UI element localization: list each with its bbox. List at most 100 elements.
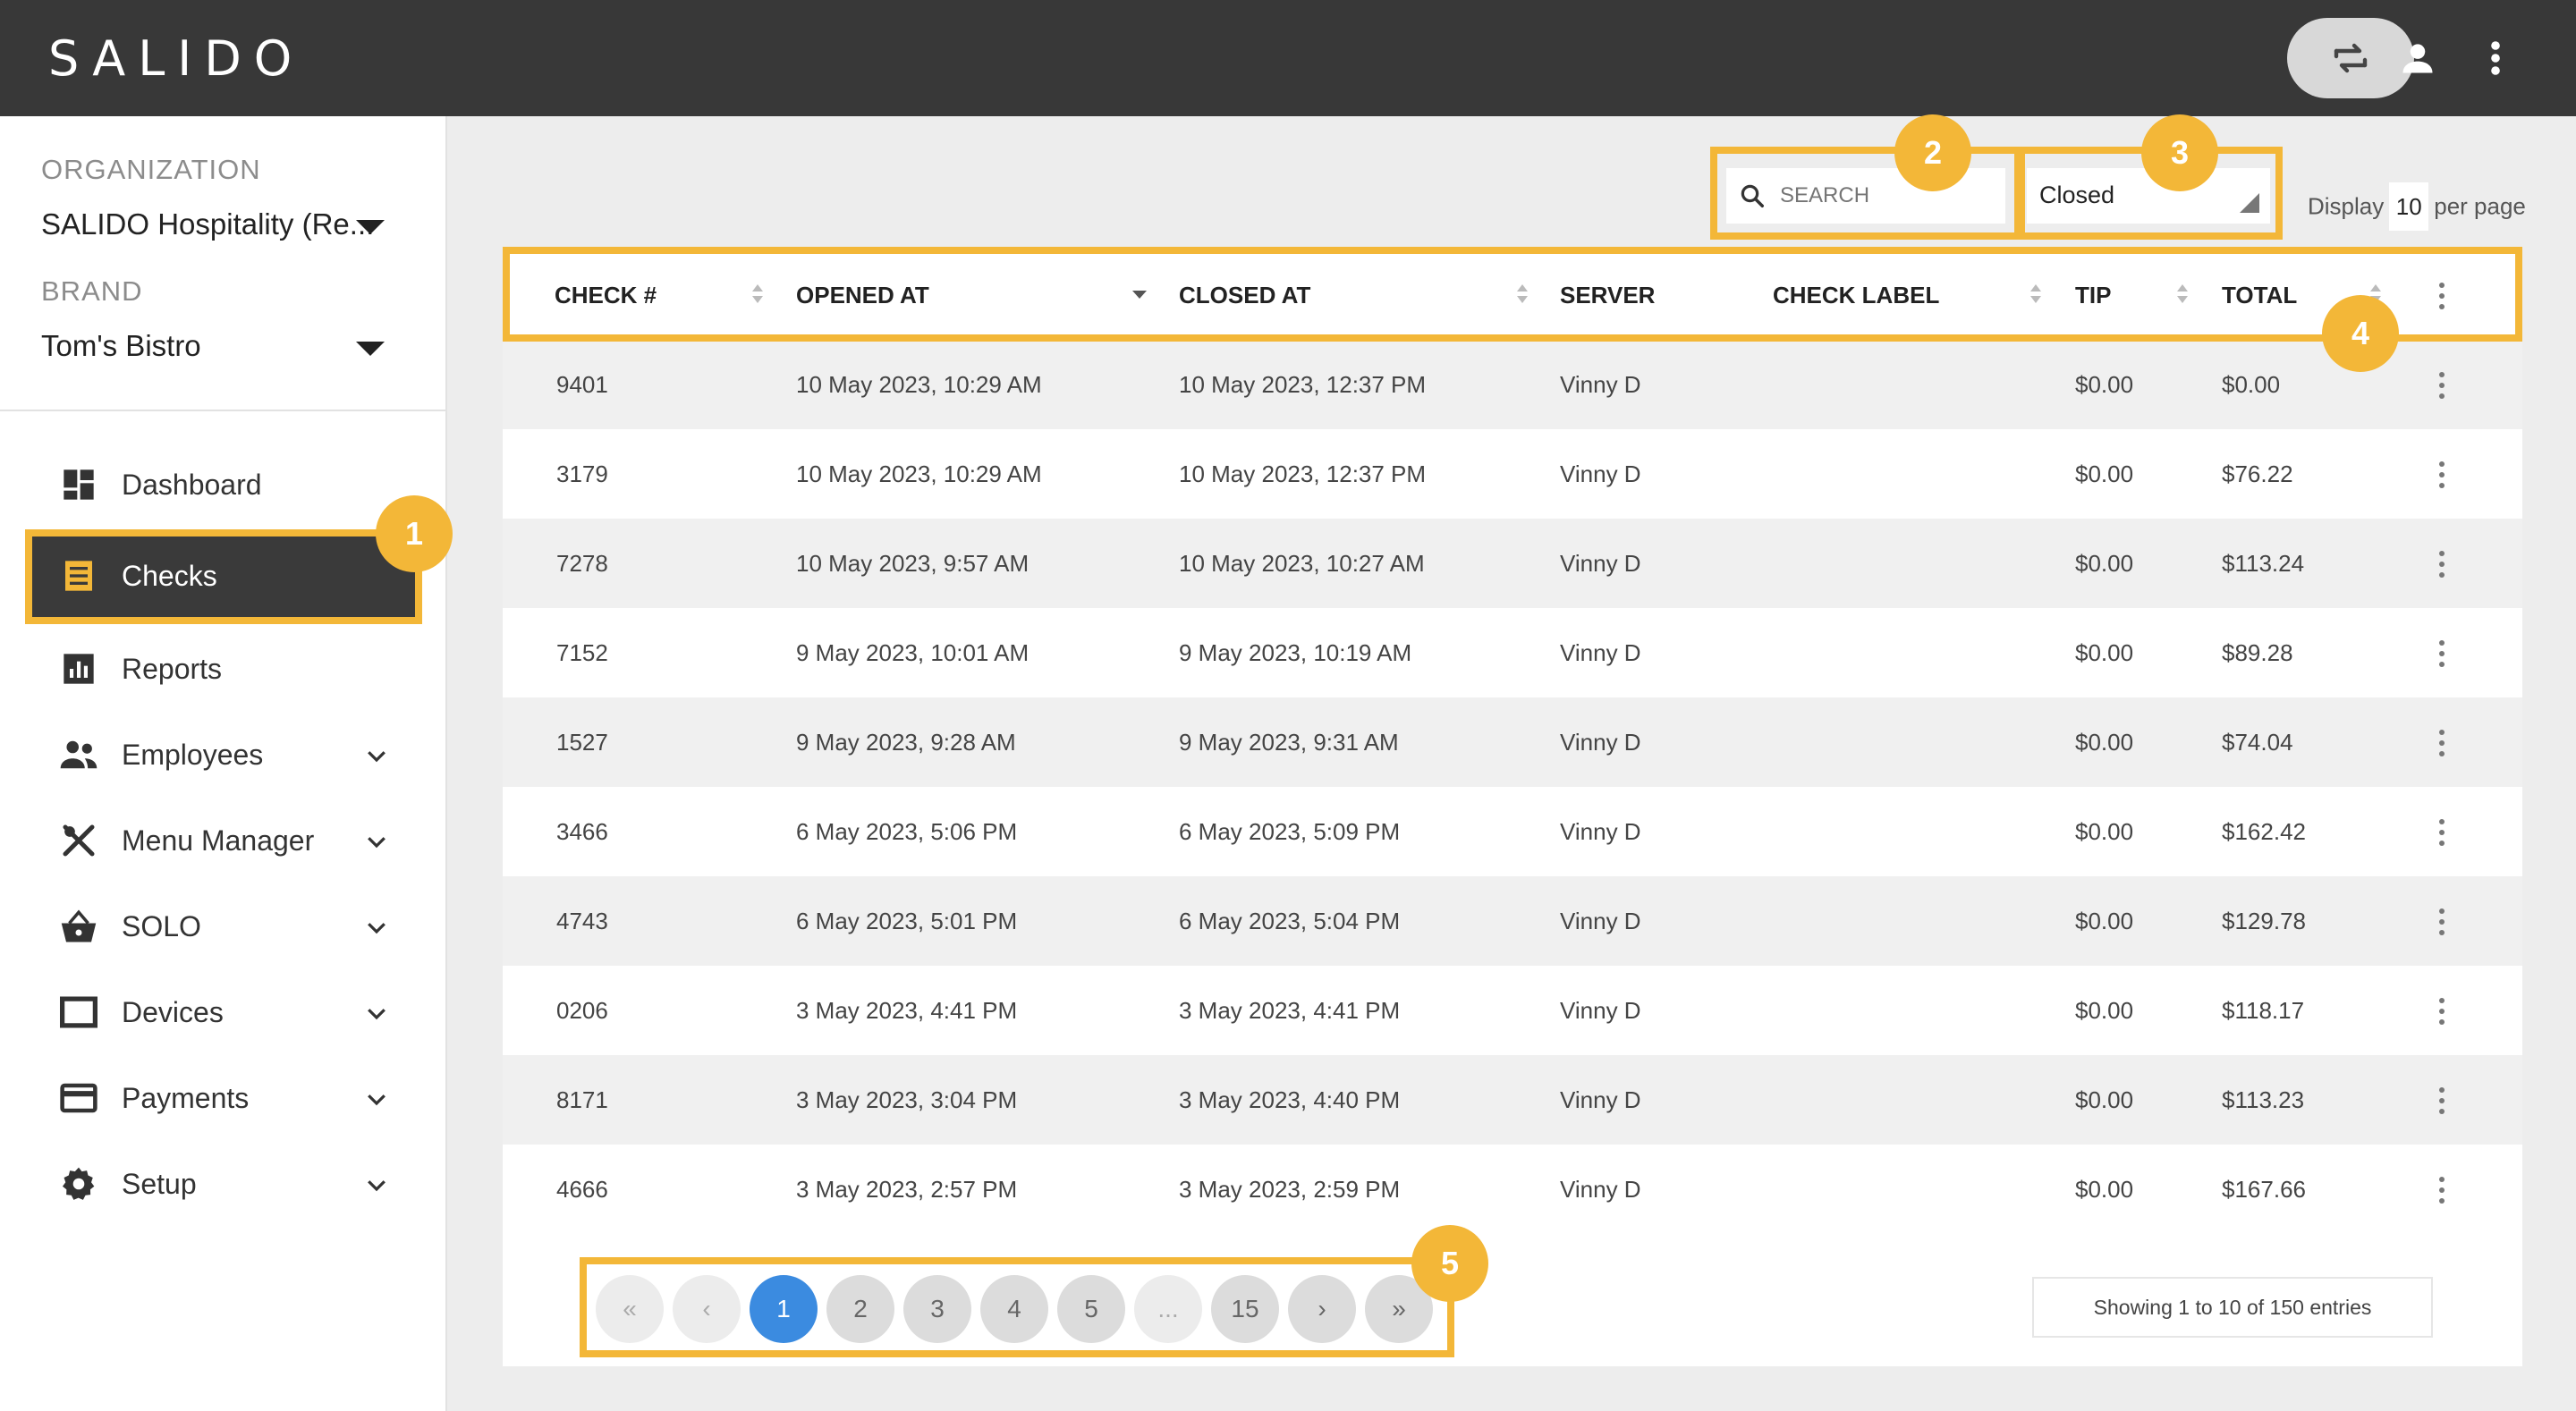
table-row[interactable]: 8171 3 May 2023, 3:04 PM 3 May 2023, 4:40 … bbox=[503, 1055, 2522, 1145]
page-button-15[interactable]: 15 bbox=[1211, 1275, 1279, 1343]
next-page-button[interactable]: › bbox=[1288, 1275, 1356, 1343]
sidebar-item-payments[interactable]: Payments bbox=[27, 1055, 420, 1141]
column-check-number[interactable]: CHECK # bbox=[555, 250, 657, 340]
first-page-button[interactable]: « bbox=[596, 1275, 664, 1343]
sidebar-item-dashboard[interactable]: Dashboard bbox=[27, 442, 420, 528]
column-tip[interactable]: TIP bbox=[2075, 250, 2111, 340]
table-row[interactable]: 9401 10 May 2023, 10:29 AM 10 May 2023, 12… bbox=[503, 340, 2522, 429]
sort-icon[interactable] bbox=[1517, 284, 1528, 306]
column-options-icon[interactable] bbox=[2429, 283, 2454, 309]
cell-total: $0.00 bbox=[2222, 371, 2281, 398]
user-icon bbox=[2402, 44, 2433, 73]
cell-opened-at: 10 May 2023, 9:57 AM bbox=[796, 550, 1030, 577]
search-field[interactable] bbox=[1726, 168, 2005, 224]
sort-icon[interactable] bbox=[752, 284, 763, 306]
row-options-icon[interactable] bbox=[2429, 461, 2454, 488]
page-button-3[interactable]: 3 bbox=[903, 1275, 971, 1343]
sidebar-item-checks[interactable]: Checks bbox=[27, 533, 420, 619]
dashboard-icon bbox=[59, 467, 98, 503]
page-ellipsis: ... bbox=[1134, 1275, 1202, 1343]
sidebar-item-label: Dashboard bbox=[122, 468, 262, 501]
sidebar-divider bbox=[0, 410, 447, 411]
table-row[interactable]: 4743 6 May 2023, 5:01 PM 6 May 2023, 5:04 … bbox=[503, 876, 2522, 966]
chevron-down-icon[interactable] bbox=[363, 742, 390, 769]
salido-logo[interactable]: SALIDO bbox=[48, 30, 304, 87]
search-input[interactable] bbox=[1780, 177, 1995, 215]
search-icon bbox=[1741, 184, 1764, 207]
page-button-2[interactable]: 2 bbox=[826, 1275, 894, 1343]
sidebar-item-employees[interactable]: Employees bbox=[27, 712, 420, 798]
row-options-icon[interactable] bbox=[2429, 1177, 2454, 1204]
cell-total: $113.23 bbox=[2222, 1086, 2305, 1113]
row-options-icon[interactable] bbox=[2429, 640, 2454, 667]
cell-tip: $0.00 bbox=[2075, 818, 2134, 845]
sidebar-item-setup[interactable]: Setup bbox=[27, 1141, 420, 1227]
sort-descending-icon[interactable] bbox=[1132, 291, 1147, 299]
organization-selector[interactable]: SALIDO Hospitality (Re... bbox=[41, 207, 374, 241]
column-check-label[interactable]: CHECK LABEL bbox=[1773, 250, 1939, 340]
sidebar-item-devices[interactable]: Devices bbox=[27, 969, 420, 1055]
top-bar: SALIDO bbox=[0, 0, 2576, 116]
cell-check-number: 8171 bbox=[556, 1086, 608, 1113]
cell-total: $167.66 bbox=[2222, 1176, 2306, 1203]
sidebar-item-menu-manager[interactable]: Menu Manager bbox=[27, 798, 420, 883]
cell-opened-at: 3 May 2023, 3:04 PM bbox=[796, 1086, 1018, 1113]
row-options-icon[interactable] bbox=[2429, 372, 2454, 399]
table-row[interactable]: 4666 3 May 2023, 2:57 PM 3 May 2023, 2:59 … bbox=[503, 1145, 2522, 1234]
chevron-down-icon[interactable] bbox=[363, 828, 390, 855]
column-closed-at[interactable]: CLOSED AT bbox=[1179, 250, 1310, 340]
cell-server: Vinny D bbox=[1560, 997, 1641, 1024]
table-row[interactable]: 7278 10 May 2023, 9:57 AM 10 May 2023, 10:… bbox=[503, 519, 2522, 608]
previous-page-button[interactable]: ‹ bbox=[673, 1275, 741, 1343]
brand-selector[interactable]: Tom's Bistro bbox=[41, 329, 201, 363]
table-row[interactable]: 3466 6 May 2023, 5:06 PM 6 May 2023, 5:09 … bbox=[503, 787, 2522, 876]
cell-check-number: 4666 bbox=[556, 1176, 608, 1203]
status-filter-value: Closed bbox=[2039, 182, 2115, 208]
chevron-down-icon[interactable] bbox=[363, 914, 390, 941]
page-button-4[interactable]: 4 bbox=[980, 1275, 1048, 1343]
row-options-icon[interactable] bbox=[2429, 998, 2454, 1025]
cell-closed-at: 10 May 2023, 10:27 AM bbox=[1179, 550, 1425, 577]
chevron-down-icon[interactable] bbox=[363, 1086, 390, 1112]
cell-opened-at: 10 May 2023, 10:29 AM bbox=[796, 371, 1042, 398]
page-button-1[interactable]: 1 bbox=[750, 1275, 818, 1343]
sort-icon[interactable] bbox=[2030, 284, 2041, 306]
per-page-label: per page bbox=[2434, 192, 2526, 220]
cell-total: $118.17 bbox=[2222, 997, 2305, 1024]
brand-caret-icon[interactable] bbox=[356, 342, 385, 356]
organization-caret-icon[interactable] bbox=[356, 220, 385, 234]
row-options-icon[interactable] bbox=[2429, 908, 2454, 935]
callout-badge-3: 3 bbox=[2141, 114, 2218, 191]
column-total[interactable]: TOTAL bbox=[2222, 250, 2297, 340]
receipt-icon bbox=[59, 558, 98, 594]
more-options-button[interactable] bbox=[2451, 18, 2540, 98]
per-page-input[interactable]: 10 bbox=[2389, 182, 2429, 231]
bar-chart-icon bbox=[59, 651, 98, 687]
callout-badge-1: 1 bbox=[376, 495, 453, 572]
cell-closed-at: 10 May 2023, 12:37 PM bbox=[1179, 460, 1427, 487]
utensils-icon bbox=[59, 823, 98, 858]
column-opened-at[interactable]: OPENED AT bbox=[796, 250, 929, 340]
row-options-icon[interactable] bbox=[2429, 819, 2454, 846]
table-row[interactable]: 0206 3 May 2023, 4:41 PM 3 May 2023, 4:41 … bbox=[503, 966, 2522, 1055]
table-row[interactable]: 7152 9 May 2023, 10:01 AM 9 May 2023, 10:1… bbox=[503, 608, 2522, 697]
device-icon bbox=[59, 994, 98, 1030]
row-options-icon[interactable] bbox=[2429, 730, 2454, 756]
row-options-icon[interactable] bbox=[2429, 1087, 2454, 1114]
sidebar-item-reports[interactable]: Reports bbox=[27, 626, 420, 712]
sort-icon[interactable] bbox=[2177, 284, 2188, 306]
cell-total: $113.24 bbox=[2222, 550, 2305, 577]
cell-server: Vinny D bbox=[1560, 639, 1641, 666]
column-server[interactable]: SERVER bbox=[1560, 250, 1655, 340]
page-button-5[interactable]: 5 bbox=[1057, 1275, 1125, 1343]
cell-tip: $0.00 bbox=[2075, 371, 2134, 398]
table-row[interactable]: 1527 9 May 2023, 9:28 AM 9 May 2023, 9:31 … bbox=[503, 697, 2522, 787]
chevron-down-icon[interactable] bbox=[363, 1171, 390, 1198]
row-options-icon[interactable] bbox=[2429, 551, 2454, 578]
chevron-down-icon[interactable] bbox=[363, 1000, 390, 1027]
cell-total: $74.04 bbox=[2222, 729, 2293, 756]
table-header: CHECK # OPENED AT CLOSED AT SERVER CHECK… bbox=[503, 250, 2522, 340]
cell-check-number: 7152 bbox=[556, 639, 608, 666]
sidebar-item-solo[interactable]: SOLO bbox=[27, 883, 420, 969]
table-row[interactable]: 3179 10 May 2023, 10:29 AM 10 May 2023, 12… bbox=[503, 429, 2522, 519]
